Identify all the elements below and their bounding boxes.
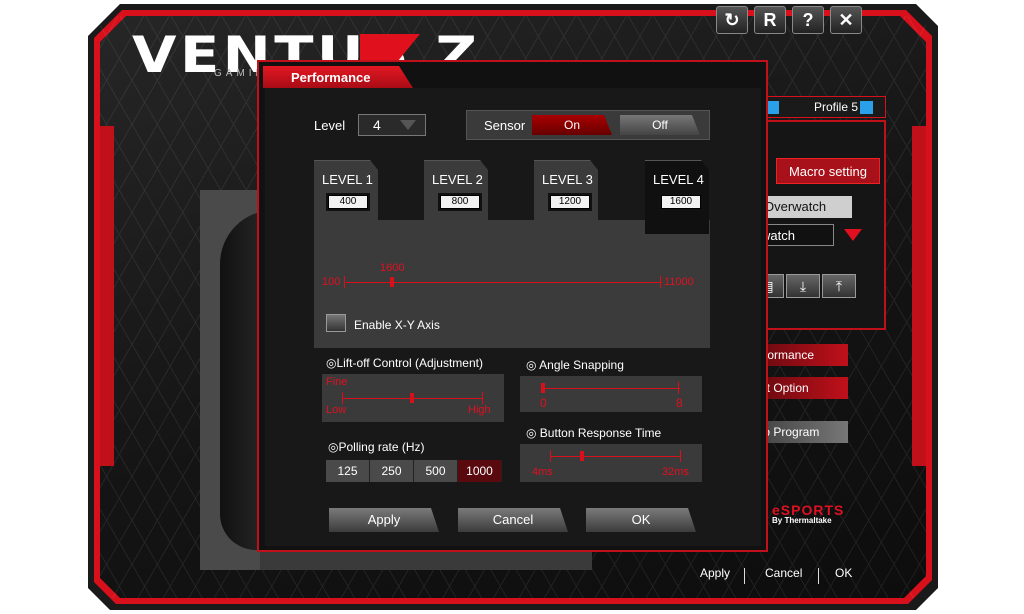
chevron-down-icon[interactable] xyxy=(400,120,416,130)
dialog-ok-button[interactable]: OK xyxy=(586,508,696,532)
profile-5-indicator-icon[interactable] xyxy=(860,101,873,114)
dpi-slider-end-tick xyxy=(660,276,661,288)
angle-max-label: 8 xyxy=(676,396,683,410)
help-button[interactable]: ? xyxy=(792,6,824,34)
menu-to-program[interactable]: to Program xyxy=(760,421,848,443)
response-slider-end-tick xyxy=(680,450,681,462)
cancel-button-main[interactable]: Cancel xyxy=(765,566,802,580)
response-slider-track[interactable] xyxy=(550,456,680,457)
angle-slider-track[interactable] xyxy=(542,388,680,389)
polling-125-button[interactable]: 125 xyxy=(326,460,370,482)
separator xyxy=(744,568,745,584)
dialog-apply-button[interactable]: Apply xyxy=(329,508,439,532)
level-1-name: LEVEL 1 xyxy=(322,172,373,187)
lift-off-end-tick xyxy=(482,392,483,404)
button-response-title: ◎ Button Response Time xyxy=(526,426,662,440)
menu-light-option[interactable]: ht Option xyxy=(760,377,848,399)
tab-macro-setting[interactable]: Macro setting xyxy=(776,158,880,184)
level-3-dpi: 1200 xyxy=(550,195,590,209)
ok-button-main[interactable]: OK xyxy=(835,566,852,580)
sensor-off-button[interactable]: Off xyxy=(620,115,700,135)
upload-icon[interactable]: ⤒ xyxy=(822,274,856,298)
angle-slider-thumb[interactable] xyxy=(541,383,545,393)
tab-level-2[interactable] xyxy=(424,160,488,220)
response-min-label: 4ms xyxy=(532,466,553,478)
level-1-dpi: 400 xyxy=(328,195,368,209)
angle-snapping-box xyxy=(520,376,702,412)
sensor-on-button[interactable]: On xyxy=(532,115,612,135)
xy-axis-checkbox[interactable] xyxy=(326,314,346,332)
polling-500-button[interactable]: 500 xyxy=(414,460,458,482)
angle-snapping-title: ◎ Angle Snapping xyxy=(526,358,624,372)
close-button[interactable]: ✕ xyxy=(830,6,862,34)
menu-performance[interactable]: rformance xyxy=(760,344,848,366)
dpi-max-label: 11000 xyxy=(664,276,694,288)
chevron-down-icon[interactable] xyxy=(844,229,862,241)
lift-off-low-label: Low xyxy=(326,404,347,416)
lift-off-start-tick xyxy=(342,392,343,404)
dpi-slider-start-tick xyxy=(344,276,345,288)
apply-button-main[interactable]: Apply xyxy=(700,566,730,580)
reset-button[interactable]: R xyxy=(754,6,786,34)
dpi-current-label: 1600 xyxy=(380,262,405,274)
dialog-title: Performance xyxy=(263,66,413,88)
dpi-min-label: 100 xyxy=(322,276,341,288)
left-accent-bar xyxy=(100,126,114,466)
dialog-cancel-button[interactable]: Cancel xyxy=(458,508,568,532)
dpi-slider-thumb[interactable] xyxy=(390,277,394,287)
response-max-label: 32ms xyxy=(662,466,689,478)
polling-1000-button[interactable]: 1000 xyxy=(458,460,502,482)
xy-axis-label: Enable X-Y Axis xyxy=(354,318,440,332)
refresh-button[interactable]: ↻ xyxy=(716,6,748,34)
polling-250-button[interactable]: 250 xyxy=(370,460,414,482)
response-slider-start-tick xyxy=(550,450,551,462)
brand-subtitle: By Thermaltake xyxy=(772,516,832,525)
tab-level-1[interactable] xyxy=(314,160,378,220)
download-icon[interactable]: ⤓ xyxy=(786,274,820,298)
lift-off-fine-label: Fine xyxy=(326,376,348,388)
profile-label: Profile 5 xyxy=(814,100,859,114)
lift-off-slider-thumb[interactable] xyxy=(410,393,414,403)
level-4-name: LEVEL 4 xyxy=(653,172,704,187)
game-select[interactable]: watch xyxy=(760,224,834,246)
level-label: Level xyxy=(314,118,346,133)
game-name-field[interactable]: Overwatch xyxy=(760,196,852,218)
angle-slider-end-tick xyxy=(678,382,679,394)
lift-off-high-label: High xyxy=(468,404,491,416)
sensor-label: Sensor xyxy=(484,118,526,133)
level-2-dpi: 800 xyxy=(440,195,480,209)
polling-rate-title: ◎Polling rate (Hz) xyxy=(328,440,425,454)
angle-min-label: 0 xyxy=(540,396,547,410)
level-2-name: LEVEL 2 xyxy=(432,172,483,187)
right-accent-bar xyxy=(912,126,926,466)
tab-level-3[interactable] xyxy=(534,160,598,220)
response-slider-thumb[interactable] xyxy=(580,451,584,461)
level-3-name: LEVEL 3 xyxy=(542,172,593,187)
lift-off-title: ◎Lift-off Control (Adjustment) xyxy=(326,356,483,370)
level-4-dpi: 1600 xyxy=(661,195,701,209)
main-window: VENTUS Z GAMING ↻ R ? ✕ Profile 5 Macro … xyxy=(0,0,1024,614)
separator xyxy=(818,568,819,584)
